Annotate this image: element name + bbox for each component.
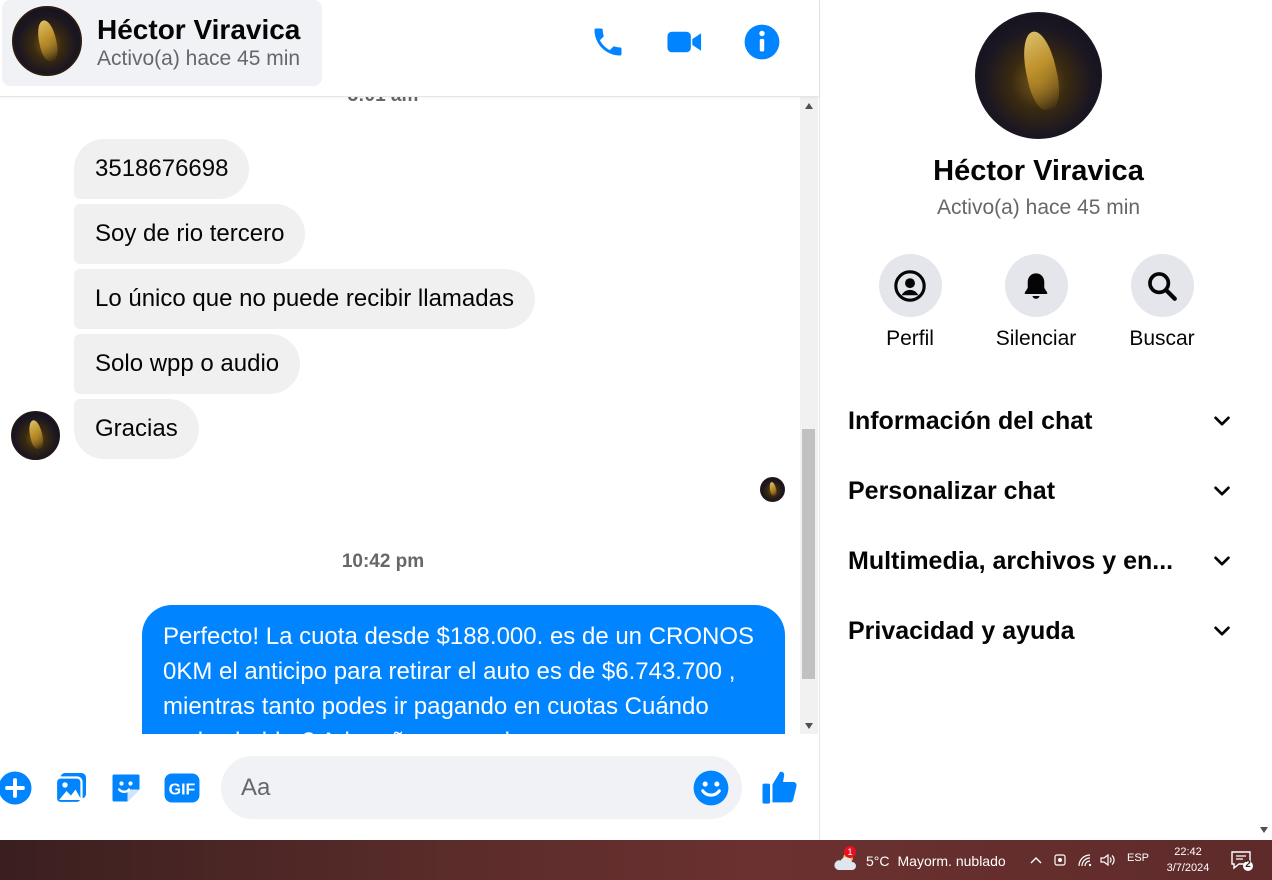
page-scroll-down-arrow[interactable]: [1256, 822, 1272, 838]
profile-action-circle[interactable]: [878, 254, 942, 317]
contact-name: Héctor Viravica: [97, 14, 301, 45]
section-label: Privacidad y ayuda: [848, 616, 1075, 645]
message-input[interactable]: [241, 756, 681, 819]
section-chat-info[interactable]: Información del chat: [848, 396, 1233, 446]
section-media-files[interactable]: Multimedia, archivos y en...: [848, 536, 1233, 586]
chat-header: Héctor Viravica Activo(a) hace 45 min: [0, 0, 819, 97]
weather-widget[interactable]: 1 5°C Mayorm. nublado: [832, 846, 1006, 874]
chevron-down-icon: [1214, 416, 1230, 426]
plus-circle-icon: [0, 771, 32, 805]
sticker-button[interactable]: [106, 768, 146, 808]
search-action-button[interactable]: Buscar: [1107, 254, 1217, 351]
smiley-icon: [693, 770, 729, 806]
triangle-up-icon: [805, 102, 813, 109]
chat-pane: Héctor Viravica Activo(a) hace 45 min 3:…: [0, 0, 819, 840]
message-list[interactable]: 3:01 am 3518676698 Soy de rio tercero Lo…: [0, 97, 800, 734]
timestamp-divider: 3:01 am: [0, 97, 783, 107]
speaker-icon: [1100, 853, 1115, 867]
gif-icon: GIF: [164, 773, 200, 803]
input-language-button[interactable]: ESP: [1127, 852, 1149, 864]
outgoing-message[interactable]: Perfecto! La cuota desde $188.000. es de…: [142, 605, 785, 734]
weather-temperature: 5°C: [866, 853, 890, 869]
contact-status: Activo(a) hace 45 min: [97, 47, 301, 70]
profile-icon: [894, 269, 926, 302]
profile-name: Héctor Viravica: [933, 155, 1144, 187]
contact-header-button[interactable]: Héctor Viravica Activo(a) hace 45 min: [2, 0, 322, 86]
message-composer: GIF: [0, 734, 819, 840]
emoji-button[interactable]: [692, 769, 730, 807]
profile-avatar[interactable]: [975, 12, 1102, 139]
device-icon: [1054, 854, 1066, 866]
svg-text:GIF: GIF: [169, 782, 196, 799]
show-hidden-icons-button[interactable]: [1027, 850, 1045, 870]
phone-icon: [594, 28, 622, 56]
message-input-container[interactable]: [221, 756, 742, 819]
weather-description: Mayorm. nublado: [897, 853, 1006, 869]
mute-action-circle[interactable]: [1004, 254, 1068, 317]
more-actions-button[interactable]: [0, 768, 35, 808]
section-label: Información del chat: [848, 406, 1093, 435]
seen-receipt-avatar: [760, 477, 785, 502]
incoming-message[interactable]: Soy de rio tercero: [74, 204, 306, 264]
triangle-down-icon: [1260, 827, 1268, 833]
scrollbar-thumb[interactable]: [802, 429, 815, 679]
volume-button[interactable]: [1098, 850, 1116, 870]
mute-action-button[interactable]: Silenciar: [981, 254, 1091, 351]
system-clock[interactable]: 22:42 3/7/2024: [1158, 844, 1218, 876]
scroll-down-arrow[interactable]: [800, 717, 818, 734]
search-action-circle[interactable]: [1130, 254, 1194, 317]
incoming-message[interactable]: Solo wpp o audio: [74, 334, 301, 394]
timestamp-divider: 10:42 pm: [341, 551, 425, 572]
section-privacy-help[interactable]: Privacidad y ayuda: [848, 606, 1233, 656]
chevron-down-icon: [1214, 626, 1230, 636]
gif-button[interactable]: GIF: [162, 768, 202, 808]
sticker-icon: [112, 774, 140, 802]
profile-action-label: Perfil: [886, 327, 934, 350]
video-camera-icon: [667, 31, 702, 53]
incoming-message[interactable]: 3518676698: [74, 139, 250, 199]
section-label: Multimedia, archivos y en...: [848, 546, 1174, 575]
gallery-icon: [54, 773, 86, 805]
contact-avatar[interactable]: [12, 6, 82, 76]
weather-alert-badge: 1: [844, 846, 856, 858]
message-scrollbar[interactable]: [800, 97, 818, 734]
incoming-message[interactable]: Gracias: [74, 399, 199, 459]
video-call-button[interactable]: [665, 22, 705, 62]
chevron-down-icon: [1214, 486, 1230, 496]
info-icon: [744, 24, 780, 60]
bell-icon: [1024, 272, 1048, 299]
audio-call-button[interactable]: [588, 22, 628, 62]
page-scrollbar[interactable]: [1256, 0, 1272, 840]
chevron-down-icon: [1214, 556, 1230, 566]
profile-status: Activo(a) hace 45 min: [936, 196, 1141, 219]
wifi-icon: [1078, 854, 1092, 867]
clock-date: 3/7/2024: [1166, 862, 1210, 874]
clock-time: 22:42: [1174, 846, 1202, 858]
sender-avatar[interactable]: [11, 411, 60, 460]
conversation-info-button[interactable]: [742, 22, 782, 62]
notifications-button[interactable]: 2: [1230, 850, 1254, 872]
search-action-label: Buscar: [1129, 327, 1195, 350]
section-label: Personalizar chat: [848, 476, 1056, 505]
triangle-down-icon: [805, 722, 813, 729]
conversation-info-panel: Héctor Viravica Activo(a) hace 45 min Pe…: [819, 0, 1256, 840]
network-button[interactable]: [1076, 850, 1094, 870]
tray-device-icon-button[interactable]: [1051, 850, 1069, 870]
messenger-window: Héctor Viravica Activo(a) hace 45 min 3:…: [0, 0, 1272, 880]
mute-action-label: Silenciar: [995, 327, 1077, 350]
chevron-up-icon: [1030, 857, 1042, 864]
incoming-message[interactable]: Lo único que no puede recibir llamadas: [74, 269, 535, 329]
scroll-up-arrow[interactable]: [800, 97, 818, 114]
windows-taskbar: 1 5°C Mayorm. nublado ESP 22:42 3/7/2024…: [0, 840, 1272, 880]
send-like-button[interactable]: [760, 767, 800, 807]
attach-photo-button[interactable]: [51, 768, 91, 808]
thumbs-up-icon: [762, 771, 797, 804]
profile-action-button[interactable]: Perfil: [855, 254, 965, 351]
cloud-sun-icon: 1: [832, 846, 858, 873]
notification-count: 2: [1245, 859, 1251, 870]
section-customize-chat[interactable]: Personalizar chat: [848, 466, 1233, 516]
search-icon: [1148, 271, 1177, 301]
